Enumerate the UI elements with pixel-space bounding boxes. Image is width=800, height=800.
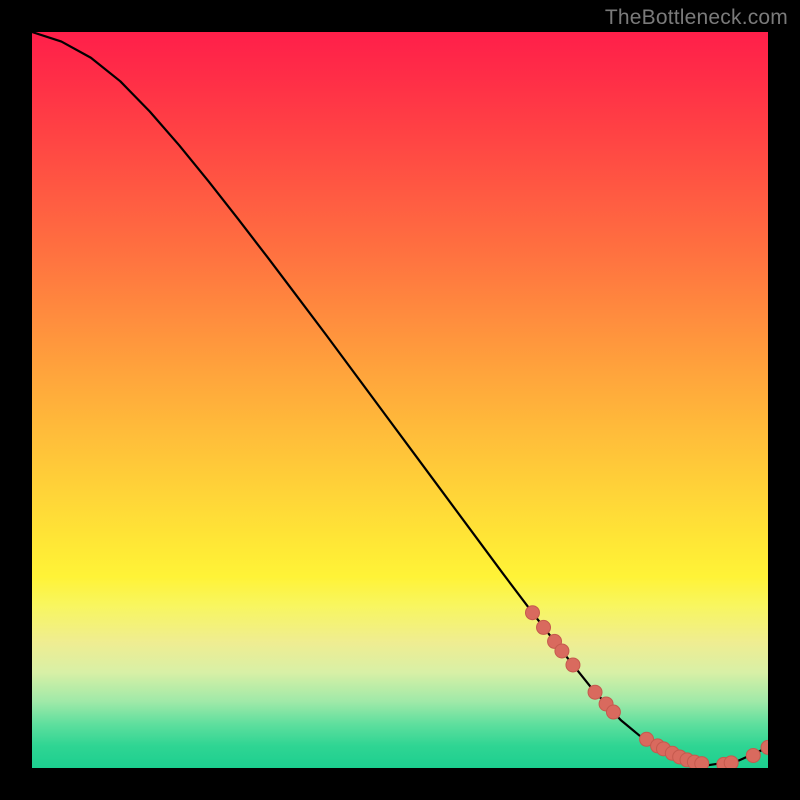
- curve-marker: [761, 740, 768, 754]
- plot-area: [32, 32, 768, 768]
- curve-marker: [566, 658, 580, 672]
- curve-marker: [746, 748, 760, 762]
- curve-marker: [537, 620, 551, 634]
- curve-marker: [724, 756, 738, 768]
- curve-marker: [555, 644, 569, 658]
- curve-marker: [606, 705, 620, 719]
- curve-marker: [588, 685, 602, 699]
- chart-stage: TheBottleneck.com: [0, 0, 800, 800]
- curve-layer: [32, 32, 768, 768]
- curve-marker: [695, 757, 709, 768]
- curve-markers: [525, 606, 768, 768]
- curve-marker: [525, 606, 539, 620]
- bottleneck-curve: [32, 32, 768, 765]
- watermark-text: TheBottleneck.com: [605, 6, 788, 30]
